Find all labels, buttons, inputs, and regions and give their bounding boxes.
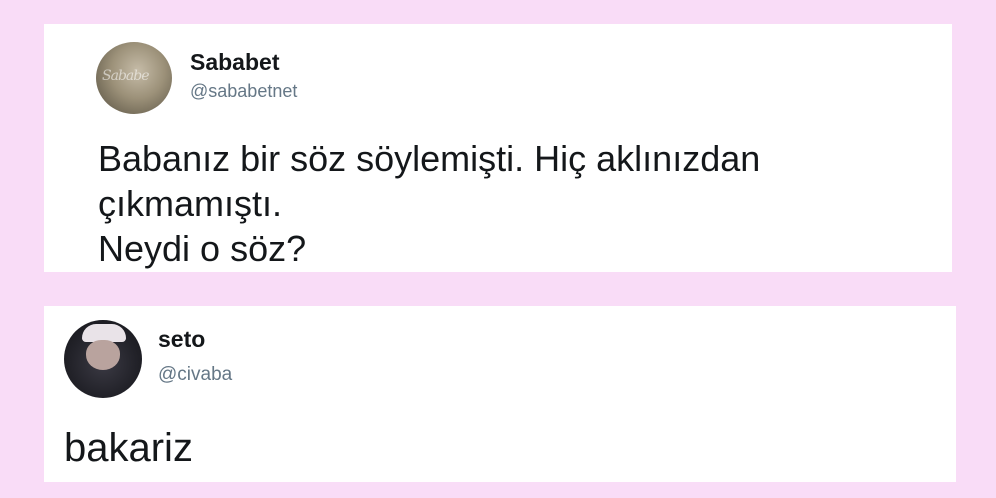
author-handle[interactable]: @civaba (158, 364, 232, 386)
author-name[interactable]: seto (158, 326, 205, 353)
divider-strip (44, 272, 950, 306)
author-handle[interactable]: @sababetnet (190, 81, 297, 102)
tweet-card-sababet[interactable]: Sababe Sababet @sababetnet Babanız bir s… (44, 24, 952, 272)
seto-avatar[interactable] (64, 320, 142, 398)
tweet-text: bakariz (64, 426, 193, 470)
sababet-avatar[interactable]: Sababe (96, 42, 172, 114)
tweet-card-seto[interactable]: seto @civaba bakariz (44, 306, 956, 482)
tweet-text: Babanız bir söz söylemişti. Hiç aklınızd… (98, 138, 761, 269)
author-name[interactable]: Sababet (190, 49, 279, 76)
